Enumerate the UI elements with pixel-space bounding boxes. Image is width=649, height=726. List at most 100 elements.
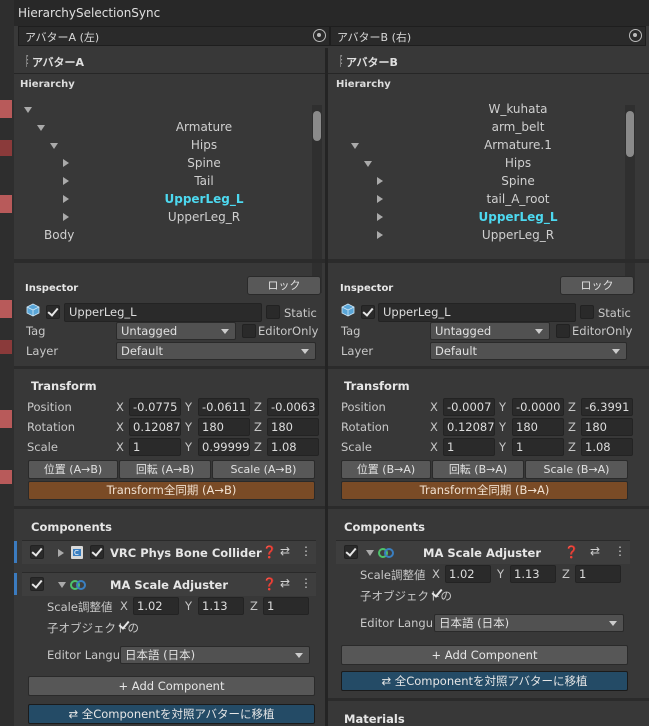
scale-adjust-x-field[interactable]: 1.02 [445,565,491,583]
scale-adjust-z-field[interactable]: 1 [575,565,621,583]
object-picker-icon[interactable] [313,29,326,42]
copy-position-button[interactable]: 位置 (A→B) [28,460,118,479]
avatar-b-field[interactable]: アバターB (右) [330,26,646,46]
hierarchy-tree[interactable]: Armature Hips Spine Tail UpperLeg_L UpperLeg_… [14,100,314,295]
component-enable-checkbox[interactable] [30,577,44,591]
object-picker-icon[interactable] [629,29,642,42]
hierarchy-scrollbar[interactable] [312,105,322,293]
rotation-z-field[interactable]: 180 [267,418,319,436]
position-x-field[interactable]: -0.0007 [443,398,495,416]
position-y-field[interactable]: -0.0000 [512,398,564,416]
move-all-components-button[interactable]: ⇄ 全Componentを対照アバターに移植 [341,671,628,691]
tree-item[interactable]: Body [44,226,74,244]
collapse-arrow-icon[interactable] [24,107,32,113]
component-menu-icon[interactable]: ⋮ [300,576,312,590]
copy-rotation-button[interactable]: 回転 (A→B) [119,460,211,479]
scale-x-field[interactable]: 1 [443,438,495,456]
expand-arrow-icon[interactable] [63,177,69,185]
help-icon[interactable]: ❓ [262,545,277,559]
active-checkbox[interactable] [361,305,375,319]
expand-arrow-icon[interactable] [58,549,64,557]
position-y-field[interactable]: -0.0611 [198,398,250,416]
collapse-arrow-icon[interactable] [50,143,58,149]
copy-position-button[interactable]: 位置 (B→A) [341,460,431,479]
scale-z-field[interactable]: 1.08 [581,438,633,456]
scale-z-field[interactable]: 1.08 [267,438,319,456]
transform-sync-button[interactable]: Transform全同期 (B→A) [341,481,628,500]
component-header-scale-adjuster[interactable]: MA Scale Adjuster ❓ ⇄ ⋮ [336,540,630,564]
component-header-scale-adjuster[interactable]: MA Scale Adjuster ❓ ⇄ ⋮ [22,572,316,596]
add-component-button[interactable]: + Add Component [341,645,628,665]
tag-dropdown[interactable]: Untagged [116,322,236,340]
tree-item[interactable]: W_kuhata [448,100,588,118]
component-enabled-checkbox[interactable] [90,545,104,559]
preset-icon[interactable]: ⇄ [280,576,290,590]
rotation-x-field[interactable]: 0.12087 [443,418,495,436]
expand-arrow-icon[interactable] [63,195,69,203]
position-z-field[interactable]: -6.3991 [581,398,633,416]
component-enable-checkbox[interactable] [30,545,44,559]
editoronly-checkbox[interactable] [556,324,570,338]
position-z-field[interactable]: -0.0063 [267,398,319,416]
editor-language-dropdown[interactable]: 日本語 (日本) [120,646,310,664]
collapse-arrow-icon[interactable] [366,550,374,556]
object-name-field[interactable]: UpperLeg_L [64,303,262,322]
collapse-arrow-icon[interactable] [37,125,45,131]
expand-arrow-icon[interactable] [63,159,69,167]
tree-item[interactable]: UpperLeg_L [134,190,274,208]
rotation-x-field[interactable]: 0.12087 [129,418,181,436]
tree-item[interactable]: UpperLeg_L [448,208,588,226]
static-checkbox[interactable] [580,305,594,319]
expand-arrow-icon[interactable] [377,177,383,185]
rotation-z-field[interactable]: 180 [581,418,633,436]
object-name-field[interactable]: UpperLeg_L [378,303,576,322]
copy-scale-button[interactable]: Scale (A→B) [212,460,315,479]
scale-x-field[interactable]: 1 [129,438,181,456]
lock-button[interactable]: ロック [247,276,321,295]
editoronly-checkbox[interactable] [242,324,256,338]
copy-scale-button[interactable]: Scale (B→A) [525,460,628,479]
lock-button[interactable]: ロック [560,276,634,295]
static-checkbox[interactable] [266,305,280,319]
preset-icon[interactable]: ⇄ [280,544,290,558]
tree-item[interactable]: Spine [134,154,274,172]
component-menu-icon[interactable]: ⋮ [614,544,626,558]
help-icon[interactable]: ❓ [564,545,579,559]
add-component-button[interactable]: + Add Component [28,676,315,696]
editor-language-dropdown[interactable]: 日本語 (日本) [434,614,624,632]
scale-adjust-z-field[interactable]: 1 [263,597,309,615]
scale-y-field[interactable]: 0.99999 [198,438,250,456]
tree-item[interactable]: Hips [448,154,588,172]
scale-adjust-y-field[interactable]: 1.13 [198,597,244,615]
tree-item[interactable]: tail_A_root [448,190,588,208]
scale-adjust-y-field[interactable]: 1.13 [510,565,556,583]
tree-item[interactable]: Hips [134,136,274,154]
child-objects-checkbox[interactable] [431,587,445,601]
layer-dropdown[interactable]: Default [116,342,316,360]
collapse-arrow-icon[interactable] [364,161,372,167]
active-checkbox[interactable] [46,305,60,319]
collapse-arrow-icon[interactable] [351,143,359,149]
hierarchy-tree[interactable]: W_kuhata arm_belt Armature.1 Hips Spine tail_… [328,100,628,295]
help-icon[interactable]: ❓ [262,577,277,591]
tree-item[interactable]: UpperLeg_R [448,226,588,244]
expand-arrow-icon[interactable] [377,195,383,203]
component-enable-checkbox[interactable] [344,545,358,559]
expand-arrow-icon[interactable] [377,231,383,239]
component-header-physbone[interactable]: C VRC Phys Bone Collider ❓ ⇄ ⋮ [22,540,316,564]
tree-item[interactable]: Spine [448,172,588,190]
hierarchy-scrollbar[interactable] [625,105,635,293]
move-all-components-button[interactable]: ⇄ 全Componentを対照アバターに移植 [28,704,315,724]
transform-sync-button[interactable]: Transform全同期 (A→B) [28,481,315,500]
scale-y-field[interactable]: 1 [512,438,564,456]
tree-item[interactable]: Tail [134,172,274,190]
tree-item[interactable]: Armature.1 [448,136,588,154]
expand-arrow-icon[interactable] [63,213,69,221]
tree-item[interactable]: arm_belt [448,118,588,136]
expand-arrow-icon[interactable] [377,213,383,221]
tree-item[interactable]: UpperLeg_R [134,208,274,226]
preset-icon[interactable]: ⇄ [590,544,600,558]
tree-item[interactable]: Armature [134,118,274,136]
collapse-arrow-icon[interactable] [58,582,66,588]
tag-dropdown[interactable]: Untagged [430,322,550,340]
